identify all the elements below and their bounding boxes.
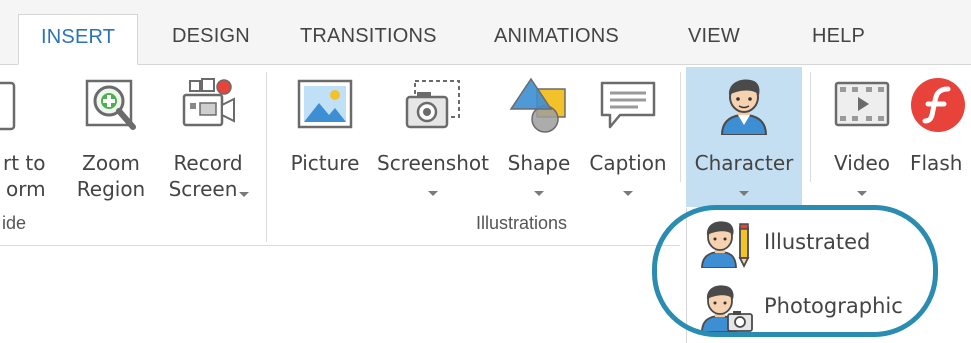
photographic-character-icon	[700, 282, 754, 332]
record-screen-icon	[178, 75, 238, 135]
tab-help[interactable]: HELP	[812, 14, 865, 64]
illustrations-group-label: Illustrations	[476, 213, 568, 233]
caption-label: Caption	[589, 151, 667, 175]
caption-icon	[598, 75, 658, 135]
zoom-region-button[interactable]: Zoom Region	[70, 67, 152, 207]
tab-animations[interactable]: ANIMATIONS	[494, 14, 619, 64]
app-window: INSERT DESIGN TRANSITIONS ANIMATIONS VIE…	[0, 0, 971, 343]
character-icon	[714, 75, 774, 135]
ribbon-bottom-border	[0, 245, 680, 246]
video-label: Video	[833, 151, 891, 175]
tab-transitions[interactable]: TRANSITIONS	[300, 14, 437, 64]
record-label-line2: Screen	[168, 177, 238, 201]
video-button[interactable]: Video	[822, 67, 902, 207]
convert-label-line1: rt to	[3, 151, 46, 175]
character-label: Character	[694, 151, 794, 175]
menu-item-illustrated-label: Illustrated	[764, 230, 871, 254]
group-separator	[266, 72, 267, 242]
screenshot-icon	[403, 75, 463, 135]
screenshot-label: Screenshot	[377, 151, 489, 175]
character-button[interactable]: Character	[686, 67, 802, 207]
caption-dropdown-caret[interactable]	[623, 191, 633, 196]
tab-design[interactable]: DESIGN	[172, 14, 250, 64]
picture-icon	[295, 75, 355, 135]
tab-insert[interactable]: INSERT	[18, 14, 139, 65]
caption-button[interactable]: Caption	[582, 67, 674, 207]
record-dropdown-caret[interactable]	[239, 192, 249, 197]
ribbon-tabs: INSERT DESIGN TRANSITIONS ANIMATIONS VIE…	[0, 0, 971, 65]
zoom-region-icon	[81, 75, 141, 135]
zoom-label-line1: Zoom	[82, 151, 140, 175]
video-icon	[832, 75, 892, 135]
slide-group-label: ide	[2, 213, 27, 233]
zoom-label-line2: Region	[76, 177, 146, 201]
shape-icon	[509, 75, 569, 135]
picture-label: Picture	[290, 151, 360, 175]
menu-item-photographic[interactable]: Photographic	[700, 282, 940, 332]
flash-label: Flash	[910, 151, 963, 175]
form-icon	[0, 75, 42, 135]
tab-view[interactable]: VIEW	[688, 14, 740, 64]
menu-item-illustrated[interactable]: Illustrated	[700, 218, 940, 268]
convert-to-form-button[interactable]: rt to orm	[0, 67, 62, 207]
menu-item-photographic-label: Photographic	[764, 294, 903, 318]
flash-button[interactable]: Flash	[904, 67, 971, 207]
record-label-line1: Record	[173, 151, 243, 175]
video-dropdown-caret[interactable]	[857, 191, 867, 196]
convert-label-line2: orm	[6, 177, 46, 201]
group-separator	[810, 72, 811, 182]
shape-button[interactable]: Shape	[500, 67, 578, 207]
screenshot-button[interactable]: Screenshot	[372, 67, 494, 207]
illustrated-character-icon	[700, 218, 754, 268]
character-dropdown-caret[interactable]	[739, 191, 749, 196]
group-separator	[680, 72, 681, 182]
picture-button[interactable]: Picture	[282, 67, 368, 207]
screenshot-dropdown-caret[interactable]	[428, 191, 438, 196]
flash-icon	[908, 75, 968, 135]
shape-label: Shape	[507, 151, 571, 175]
record-screen-button[interactable]: Record Screen	[160, 67, 256, 207]
shape-dropdown-caret[interactable]	[534, 191, 544, 196]
